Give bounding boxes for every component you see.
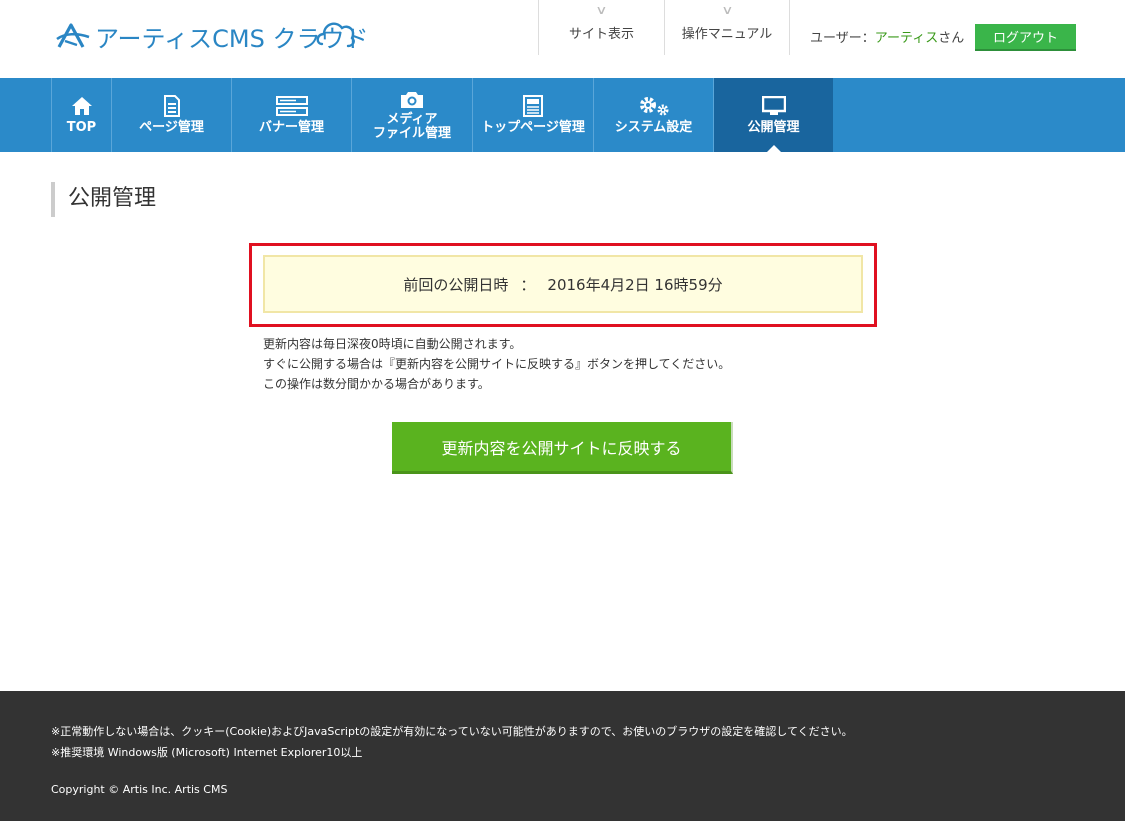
last-publish-label: 前回の公開日時 bbox=[403, 275, 509, 294]
nav-label-top: TOP bbox=[66, 120, 97, 135]
manual-link[interactable]: ∨ 操作マニュアル bbox=[664, 0, 790, 55]
nav-item-system[interactable]: システム設定 bbox=[593, 78, 713, 152]
nav-item-media[interactable]: メディア ファイル管理 bbox=[351, 78, 472, 152]
nav-label-system: システム設定 bbox=[614, 120, 693, 135]
note-line: 更新内容は毎日深夜0時頃に自動公開されます。 bbox=[263, 337, 522, 351]
last-publish-value: 2016年4月2日 16時59分 bbox=[547, 275, 723, 294]
footer-note-cookie: ※正常動作しない場合は、クッキー(Cookie)およびJavaScriptの設定… bbox=[51, 725, 853, 738]
nav-item-banners[interactable]: バナー管理 bbox=[231, 78, 351, 152]
footer-copyright: Copyright © Artis Inc. Artis CMS bbox=[51, 783, 228, 796]
page-title: 公開管理 bbox=[51, 182, 156, 217]
user-suffix: さん bbox=[938, 31, 965, 46]
cloud-icon bbox=[317, 22, 356, 48]
banner-icon bbox=[275, 95, 308, 117]
monitor-icon bbox=[761, 95, 786, 117]
chevron-down-icon: ∨ bbox=[720, 3, 734, 17]
camera-icon bbox=[399, 89, 425, 111]
publish-button[interactable]: 更新内容を公開サイトに反映する bbox=[392, 422, 733, 474]
user-info: ユーザー：アーティスさん bbox=[810, 27, 964, 46]
nav-item-toppage[interactable]: トップページ管理 bbox=[472, 78, 593, 152]
nav-item-top[interactable]: TOP bbox=[51, 78, 111, 152]
publish-notes: 更新内容は毎日深夜0時頃に自動公開されます。 すぐに公開する場合は『更新内容を公… bbox=[263, 334, 730, 394]
nav-label-media-1: メディア bbox=[386, 112, 438, 127]
logout-button[interactable]: ログアウト bbox=[975, 24, 1076, 51]
last-publish-separator: ： bbox=[520, 275, 536, 294]
home-icon bbox=[71, 95, 93, 117]
gears-icon bbox=[636, 95, 672, 117]
nav-label-publish: 公開管理 bbox=[747, 120, 800, 135]
last-publish-box: 前回の公開日時 ： 2016年4月2日 16時59分 bbox=[263, 255, 863, 313]
user-label: ユーザー： bbox=[810, 31, 875, 46]
newspaper-icon bbox=[523, 95, 543, 117]
footer-note-environment: ※推奨環境 Windows版 (Microsoft) Internet Expl… bbox=[51, 746, 363, 759]
nav-item-pages[interactable]: ページ管理 bbox=[111, 78, 231, 152]
manual-label: 操作マニュアル bbox=[681, 27, 773, 42]
logo-mark-icon bbox=[56, 23, 90, 48]
note-line: すぐに公開する場合は『更新内容を公開サイトに反映する』ボタンを押してください。 bbox=[263, 357, 731, 371]
site-view-link[interactable]: ∨ サイト表示 bbox=[538, 0, 664, 55]
nav-label-pages: ページ管理 bbox=[139, 120, 204, 135]
header: アーティスCMS クラウド ∨ サイト表示 ∨ 操作マニュアル ユーザー：アーテ… bbox=[0, 0, 1125, 78]
chevron-down-icon: ∨ bbox=[595, 3, 608, 17]
site-view-label: サイト表示 bbox=[568, 27, 634, 42]
document-icon bbox=[163, 95, 181, 117]
user-name: アーティス bbox=[874, 31, 939, 46]
note-line: この操作は数分間かかる場合があります。 bbox=[263, 377, 490, 391]
nav-label-media-2: ファイル管理 bbox=[372, 126, 451, 141]
nav-label-banners: バナー管理 bbox=[258, 120, 324, 135]
nav-label-toppage: トップページ管理 bbox=[481, 120, 585, 135]
main-nav: TOP ページ管理 バナー管理 メディア ファイル管理 トップページ管理 システ… bbox=[0, 78, 1125, 152]
nav-item-publish[interactable]: 公開管理 bbox=[713, 78, 833, 152]
logo[interactable]: アーティスCMS クラウド bbox=[55, 14, 368, 58]
footer: ※正常動作しない場合は、クッキー(Cookie)およびJavaScriptの設定… bbox=[0, 691, 1125, 821]
